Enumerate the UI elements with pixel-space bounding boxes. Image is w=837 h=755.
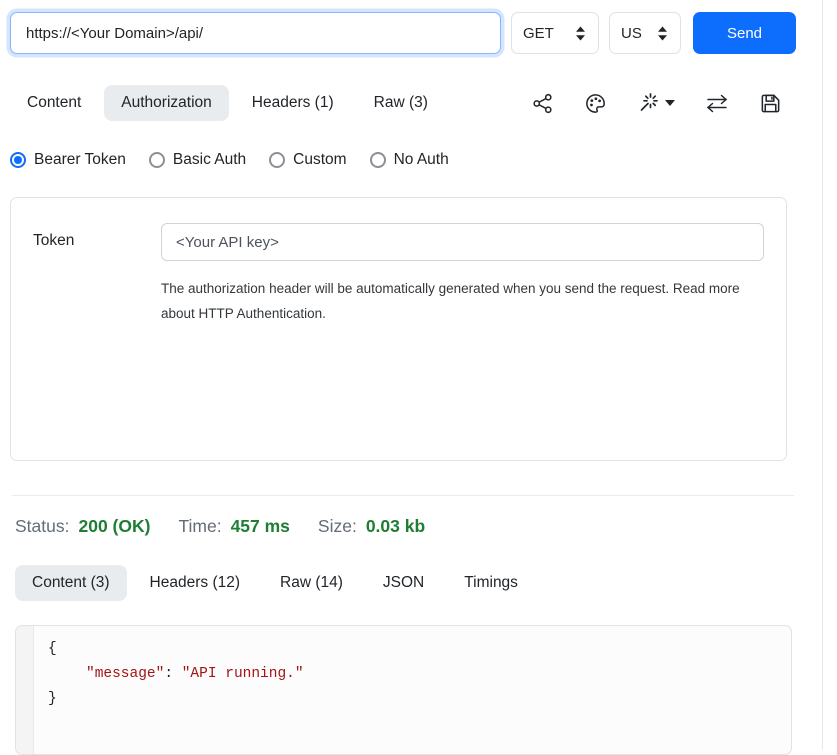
send-button[interactable]: Send xyxy=(693,12,796,54)
code-line: } xyxy=(48,687,304,712)
radio-unselected-icon[interactable] xyxy=(370,152,386,168)
method-select[interactable]: GET xyxy=(511,12,599,54)
response-status-row: Status: 200 (OK) Time: 457 ms Size: 0.03… xyxy=(10,516,796,537)
auth-type-options: Bearer Token Basic Auth Custom No Auth xyxy=(10,151,796,169)
magic-wand-icon xyxy=(637,91,661,115)
code-gutter xyxy=(16,626,34,754)
theme-button[interactable] xyxy=(584,92,607,115)
radio-unselected-icon[interactable] xyxy=(269,152,285,168)
palette-icon xyxy=(584,92,607,115)
swap-request-response-button[interactable] xyxy=(705,92,729,114)
tab-request-authorization[interactable]: Authorization xyxy=(104,85,228,121)
tab-response-json[interactable]: JSON xyxy=(366,565,441,601)
tab-request-content[interactable]: Content xyxy=(10,85,98,121)
tab-request-headers[interactable]: Headers (1) xyxy=(235,85,351,121)
stepper-arrows-icon xyxy=(656,26,669,41)
auth-option-custom[interactable]: Custom xyxy=(269,151,346,169)
response-tabs-row: Content (3) Headers (12) Raw (14) JSON T… xyxy=(10,565,796,601)
json-value: "API running." xyxy=(182,666,304,682)
request-bar: GET US Send xyxy=(10,12,796,54)
size-pair: Size: 0.03 kb xyxy=(318,516,425,537)
swap-arrows-icon xyxy=(705,92,729,114)
generate-code-button[interactable] xyxy=(637,91,675,115)
region-select[interactable]: US xyxy=(609,12,681,54)
status-value: 200 (OK) xyxy=(78,516,150,537)
time-pair: Time: 457 ms xyxy=(178,516,289,537)
request-tabs-row: Content Authorization Headers (1) Raw (3… xyxy=(10,85,796,121)
auth-option-bearer-token[interactable]: Bearer Token xyxy=(10,151,126,169)
token-input[interactable] xyxy=(161,223,764,261)
share-icon xyxy=(531,92,554,115)
save-button[interactable] xyxy=(759,92,782,115)
size-label: Size: xyxy=(318,516,357,537)
time-value: 457 ms xyxy=(231,516,290,537)
code-line: { xyxy=(48,637,304,662)
auth-option-label: Custom xyxy=(293,151,346,169)
radio-selected-icon[interactable] xyxy=(10,152,26,168)
chevron-down-icon xyxy=(665,100,675,106)
stepper-arrows-icon xyxy=(574,26,587,41)
auth-option-label: No Auth xyxy=(394,151,449,169)
response-json-code: { "message": "API running." } xyxy=(34,626,304,754)
code-line: "message": "API running." xyxy=(48,662,304,687)
token-help-text: The authorization header will be automat… xyxy=(161,276,753,326)
url-input[interactable] xyxy=(10,12,501,54)
token-label: Token xyxy=(33,223,161,435)
api-client-page: GET US Send Content Authorization Header… xyxy=(0,0,796,755)
auth-option-label: Bearer Token xyxy=(34,151,126,169)
tab-request-raw[interactable]: Raw (3) xyxy=(357,85,445,121)
json-separator: : xyxy=(164,666,181,682)
method-select-value: GET xyxy=(523,25,554,42)
tab-response-content[interactable]: Content (3) xyxy=(15,565,127,601)
time-label: Time: xyxy=(178,516,221,537)
save-icon xyxy=(759,92,782,115)
auth-option-basic-auth[interactable]: Basic Auth xyxy=(149,151,246,169)
request-toolbar xyxy=(531,91,796,115)
auth-option-no-auth[interactable]: No Auth xyxy=(370,151,449,169)
region-select-value: US xyxy=(621,25,642,42)
json-key: "message" xyxy=(86,666,164,682)
status-label: Status: xyxy=(15,516,69,537)
radio-unselected-icon[interactable] xyxy=(149,152,165,168)
tab-response-raw[interactable]: Raw (14) xyxy=(263,565,360,601)
section-divider xyxy=(12,495,794,496)
size-value: 0.03 kb xyxy=(366,516,425,537)
page-edge-divider xyxy=(822,0,823,750)
share-button[interactable] xyxy=(531,92,554,115)
status-pair: Status: 200 (OK) xyxy=(15,516,150,537)
auth-option-label: Basic Auth xyxy=(173,151,246,169)
bearer-token-panel: Token The authorization header will be a… xyxy=(10,197,787,461)
tab-response-timings[interactable]: Timings xyxy=(447,565,535,601)
response-body-viewer[interactable]: { "message": "API running." } xyxy=(15,625,792,755)
tab-response-headers[interactable]: Headers (12) xyxy=(133,565,257,601)
